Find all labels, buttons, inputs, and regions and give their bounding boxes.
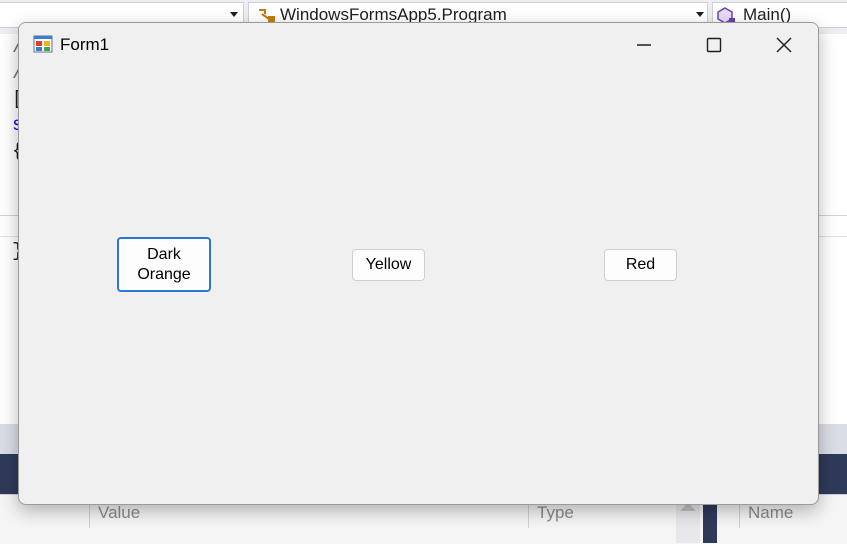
close-button[interactable] [749, 23, 818, 67]
yellow-button[interactable]: Yellow [352, 249, 425, 281]
form1-window: Form1 Dark Orange Yellow Red [18, 22, 819, 505]
red-button[interactable]: Red [604, 249, 677, 281]
form-app-icon [33, 35, 53, 53]
minimize-button[interactable] [609, 23, 679, 67]
maximize-button[interactable] [679, 23, 749, 67]
window-title: Form1 [60, 35, 110, 54]
maximize-icon [706, 37, 722, 53]
class-icon [259, 9, 275, 22]
dark-orange-button[interactable]: Dark Orange [117, 237, 211, 292]
close-icon [776, 37, 792, 53]
chevron-down-icon[interactable] [230, 12, 238, 17]
title-bar[interactable]: Form1 [19, 23, 818, 69]
chevron-down-icon[interactable] [696, 12, 704, 17]
minimize-icon [637, 44, 651, 46]
